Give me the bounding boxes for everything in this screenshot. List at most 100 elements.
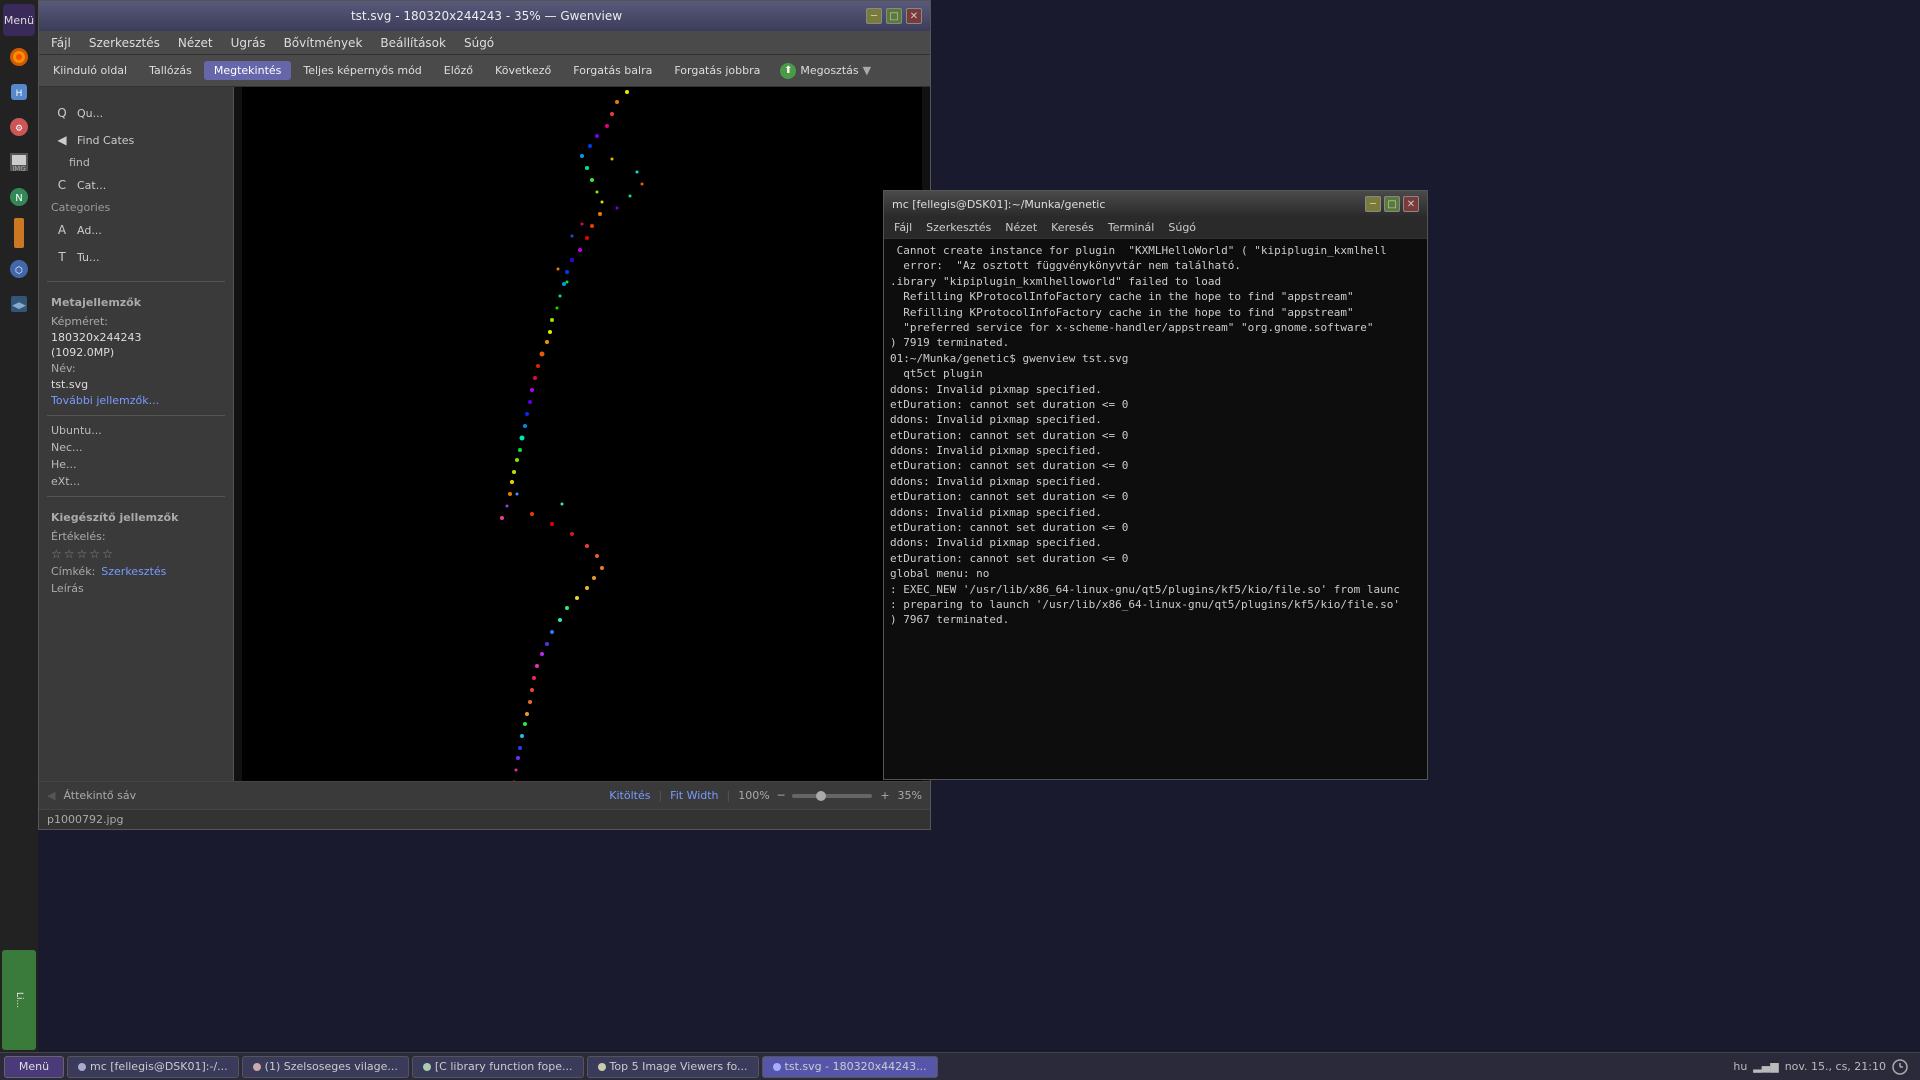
app-icon-2[interactable]: H [3,76,35,108]
toolbar-next[interactable]: Következő [485,61,561,80]
terminal-line: : EXEC_NEW '/usr/lib/x86_64-linux-gnu/qt… [890,582,1421,597]
sidebar-divider-3 [47,496,225,497]
terminal-line: ddons: Invalid pixmap specified. [890,382,1421,397]
main-content: Q Qu... ◀ Find Cates find C Cat... Categ… [39,87,930,781]
terminal-titlebar: mc [fellegis@DSK01]:~/Munka/genetic ─ □ … [884,191,1427,217]
rating-stars[interactable]: ☆ ☆ ☆ ☆ ☆ [39,545,233,563]
menu-fajl[interactable]: Fájl [43,34,79,52]
taskbar-item-1[interactable]: (1) Szelsoseges vilage... [242,1056,409,1078]
app-icon-7[interactable]: ◀▶ [3,288,35,320]
taskbar-start-icon[interactable]: Menü [3,4,35,36]
gwenview-title: tst.svg - 180320x244243 - 35% — Gwenview [107,9,866,23]
app-icon-1[interactable] [3,41,35,73]
orange-indicator [14,218,24,248]
terminal-menu-kereses[interactable]: Keresés [1045,219,1100,236]
quick-btn-add[interactable]: A Ad... [43,217,229,243]
menu-szerkesztes[interactable]: Szerkesztés [81,34,168,52]
terminal-line: ddons: Invalid pixmap specified. [890,505,1421,520]
terminal-maximize[interactable]: □ [1384,196,1400,212]
toolbar-rotate-right[interactable]: Forgatás jobbra [664,61,770,80]
sidebar: Q Qu... ◀ Find Cates find C Cat... Categ… [39,87,234,781]
share-icon: ⬆ [780,63,796,79]
close-button[interactable]: ✕ [906,8,922,24]
size-value: 180320x244243 [39,330,233,345]
tags-edit-link[interactable]: Szerkesztés [101,565,166,578]
taskbar-item-mc[interactable]: mc [fellegis@DSK01]:-/... [67,1056,239,1078]
statusbar-zoom-minus-icon[interactable]: ─ [778,789,785,802]
taskbar-right: hu ▂▄▆ nov. 15., cs, 21:10 [1733,1059,1916,1075]
taskbar-item-2[interactable]: [C library function fope... [412,1056,584,1078]
terminal-line: ) 7967 terminated. [890,612,1421,627]
clock-icon [1892,1059,1908,1075]
menu-nezet[interactable]: Nézet [170,34,221,52]
quick-icon-tut: T [53,248,71,266]
quick-icon-1: Q [53,104,71,122]
minimize-button[interactable]: ─ [866,8,882,24]
terminal-menu-terminal[interactable]: Terminál [1102,219,1161,236]
menu-bovitmenyek[interactable]: Bővítmények [276,34,371,52]
star-5[interactable]: ☆ [102,547,113,561]
quick-btn-cat[interactable]: C Cat... [43,172,229,198]
star-2[interactable]: ☆ [64,547,75,561]
gwenview-titlebar: tst.svg - 180320x244243 - 35% — Gwenview… [39,1,930,31]
terminal-menu-sugo[interactable]: Súgó [1162,219,1202,236]
star-1[interactable]: ☆ [51,547,62,561]
quick-btn-findcates[interactable]: ◀ Find Cates [43,127,229,153]
terminal-content[interactable]: Cannot create instance for plugin "KXMLH… [884,239,1427,779]
terminal-close[interactable]: ✕ [1403,196,1419,212]
terminal-line: "preferred service for x-scheme-handler/… [890,320,1421,335]
statusbar-fitwidth[interactable]: Fit Width [670,789,718,802]
app-icon-6[interactable]: ⬡ [3,253,35,285]
taskbar-item-gwenview[interactable]: tst.svg - 180320x44243... [762,1056,938,1078]
quick-btn-tut[interactable]: T Tu... [43,244,229,270]
green-section-box[interactable]: Li... [2,950,36,1050]
firefox-icon [8,46,30,68]
terminal-line: Cannot create instance for plugin "KXMLH… [890,243,1421,258]
star-3[interactable]: ☆ [77,547,88,561]
gwenview-toolbar: Kiinduló oldal Tallózás Megtekintés Telj… [39,55,930,87]
terminal-line: 01:~/Munka/genetic$ gwenview tst.svg [890,351,1421,366]
app-icon-4[interactable]: IMG [3,146,35,178]
toolbar-prev[interactable]: Előző [434,61,483,80]
menu-ugras[interactable]: Ugrás [223,34,274,52]
taskbar-item-3[interactable]: Top 5 Image Viewers fo... [587,1056,759,1078]
terminal-menu-fajl[interactable]: Fájl [888,219,918,236]
app3-icon: ⚙ [8,116,30,138]
image-area[interactable] [234,87,930,781]
maximize-button[interactable]: □ [886,8,902,24]
menu-sugo[interactable]: Súgó [456,34,502,52]
app7-icon: ◀▶ [8,293,30,315]
app-icon-5[interactable]: N [3,181,35,213]
toolbar-share[interactable]: ⬆ Megosztás ▼ [772,60,879,82]
terminal-menu-nezet[interactable]: Nézet [999,219,1043,236]
taskbar-signal: ▂▄▆ [1753,1060,1778,1073]
toolbar-fullscreen[interactable]: Teljes képernyős mód [293,61,431,80]
app-icon-3[interactable]: ⚙ [3,111,35,143]
ext-item: eXt... [39,473,233,490]
quick-btn-1[interactable]: Q Qu... [43,100,229,126]
statusbar-zoom-plus-icon[interactable]: + [880,789,889,802]
image-filename: p1000792.jpg [47,813,124,826]
image-svg [242,87,922,781]
toolbar-home[interactable]: Kiinduló oldal [43,61,137,80]
taskbar-start[interactable]: Menü [4,1056,64,1078]
taskbar-dot-2 [423,1063,431,1071]
star-4[interactable]: ☆ [89,547,100,561]
app4-icon: IMG [8,151,30,173]
terminal-line: .ibrary "kipiplugin_kxmlhelloworld" fail… [890,274,1421,289]
app2-icon: H [8,81,30,103]
toolbar-rotate-left[interactable]: Forgatás balra [563,61,662,80]
taskbar-dot-gwenview [773,1063,781,1071]
more-link[interactable]: További jellemzők... [39,392,233,409]
statusbar-kitoltes[interactable]: Kitöltés [609,789,650,802]
taskbar-datetime: nov. 15., cs, 21:10 [1785,1060,1886,1073]
statusbar-zoom-slider[interactable] [792,794,872,798]
toolbar-browse[interactable]: Tallózás [139,61,202,80]
green-label: Li... [14,992,24,1008]
tags-label: Címkék: [51,565,95,578]
terminal-minimize[interactable]: ─ [1365,196,1381,212]
terminal-title: mc [fellegis@DSK01]:~/Munka/genetic [892,198,1105,211]
terminal-menu-szerk[interactable]: Szerkesztés [920,219,997,236]
toolbar-view[interactable]: Megtekintés [204,61,292,80]
menu-beallitasok[interactable]: Beállítások [372,34,454,52]
